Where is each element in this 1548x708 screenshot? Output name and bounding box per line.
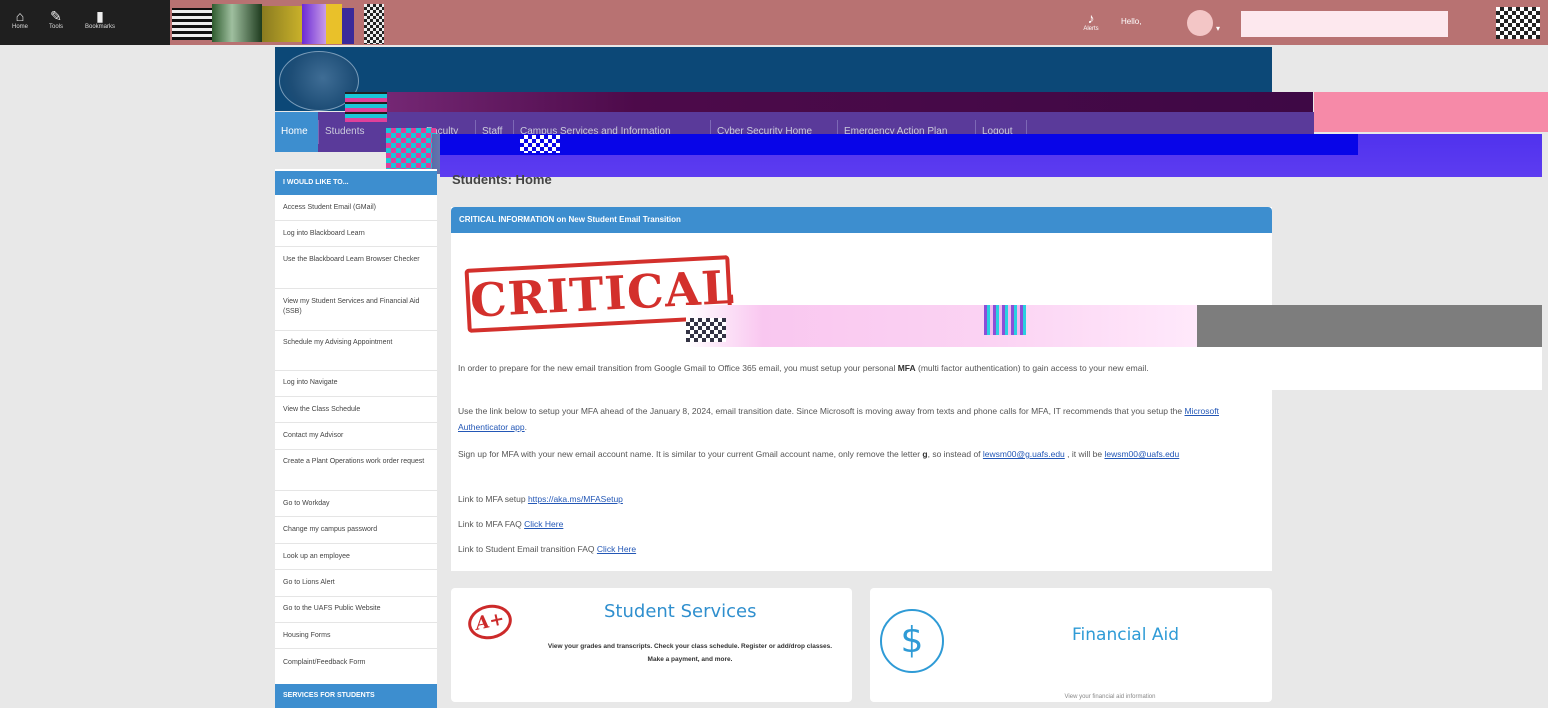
home-icon: ⌂ bbox=[15, 8, 25, 24]
sidebar-link[interactable]: View my Student Services and Financial A… bbox=[283, 297, 431, 317]
glitch-artifact bbox=[262, 6, 302, 42]
sidebar-divider bbox=[275, 422, 437, 423]
sidebar-divider bbox=[275, 543, 437, 544]
sidebar-link[interactable]: Schedule my Advising Appointment bbox=[283, 338, 431, 348]
mfa-setup-link[interactable]: https://aka.ms/MFASetup bbox=[528, 494, 623, 504]
sidebar-divider bbox=[275, 288, 437, 289]
sidebar-link[interactable]: Use the Blackboard Learn Browser Checker bbox=[283, 255, 431, 265]
sidebar-link[interactable]: View the Class Schedule bbox=[283, 405, 431, 415]
greeting: Hello, bbox=[1121, 17, 1142, 26]
critical-paragraph-1: In order to prepare for the new email tr… bbox=[458, 363, 1149, 373]
sidebar-link[interactable]: Complaint/Feedback Form bbox=[283, 658, 431, 668]
sidebar-link[interactable]: Access Student Email (GMail) bbox=[283, 203, 431, 213]
bookmarks-button[interactable]: ▮ Bookmarks bbox=[82, 8, 118, 30]
sidebar-divider bbox=[275, 220, 437, 221]
sidebar-divider bbox=[275, 396, 437, 397]
sidebar-divider bbox=[275, 330, 437, 331]
nav-home[interactable]: Home bbox=[275, 112, 318, 152]
glitch-artifact bbox=[1314, 92, 1548, 132]
student-services-title[interactable]: Student Services bbox=[604, 601, 756, 622]
bell-icon: ♪ bbox=[1087, 10, 1095, 26]
sidebar-divider bbox=[275, 490, 437, 491]
sidebar-link[interactable]: Log into Blackboard Learn bbox=[283, 229, 431, 239]
sidebar-link[interactable]: Housing Forms bbox=[283, 631, 431, 641]
email-faq-link[interactable]: Click Here bbox=[597, 544, 636, 554]
sidebar-divider bbox=[275, 569, 437, 570]
sidebar-divider bbox=[275, 648, 437, 649]
email-faq-line: Link to Student Email transition FAQ Cli… bbox=[458, 544, 637, 554]
chevron-down-icon[interactable]: ▾ bbox=[1216, 24, 1220, 33]
sidebar-divider bbox=[275, 516, 437, 517]
glitch-artifact bbox=[326, 4, 342, 44]
sidebar-link[interactable]: Go to Lions Alert bbox=[283, 578, 431, 588]
mfa-faq-line: Link to MFA FAQ Click Here bbox=[458, 519, 564, 529]
search-input[interactable] bbox=[1241, 11, 1448, 37]
old-email-link[interactable]: lewsm00@g.uafs.edu bbox=[983, 449, 1065, 459]
glitch-artifact bbox=[1496, 7, 1540, 39]
glitch-artifact bbox=[364, 4, 384, 44]
sidebar-heading: I WOULD LIKE TO... bbox=[275, 171, 437, 195]
glitch-artifact bbox=[345, 92, 387, 122]
glitch-artifact bbox=[686, 305, 1198, 347]
glitch-artifact bbox=[440, 134, 1358, 155]
sidebar-link[interactable]: Change my campus password bbox=[283, 525, 431, 535]
glitch-artifact bbox=[520, 135, 560, 153]
glitch-artifact bbox=[302, 4, 326, 44]
page-title: Students: Home bbox=[452, 172, 552, 187]
sidebar-link[interactable]: Go to the UAFS Public Website bbox=[283, 604, 431, 614]
glitch-artifact bbox=[686, 318, 726, 342]
sidebar-link[interactable]: Log into Navigate bbox=[283, 378, 431, 388]
financial-aid-title[interactable]: Financial Aid bbox=[1072, 625, 1179, 645]
glitch-artifact bbox=[342, 8, 354, 44]
sidebar-heading-services: SERVICES FOR STUDENTS bbox=[275, 684, 437, 708]
sidebar-link[interactable]: Look up an employee bbox=[283, 552, 431, 562]
wrench-icon: ✎ bbox=[50, 8, 62, 24]
sidebar-link[interactable]: Contact my Advisor bbox=[283, 431, 431, 441]
glitch-artifact bbox=[212, 4, 262, 42]
sidebar-divider bbox=[275, 596, 437, 597]
new-email-link[interactable]: lewsm00@uafs.edu bbox=[1104, 449, 1179, 459]
sidebar-divider bbox=[275, 622, 437, 623]
glitch-artifact bbox=[984, 305, 1026, 335]
notifications-button[interactable]: ♪ Alerts bbox=[1078, 10, 1104, 32]
critical-info-heading: CRITICAL INFORMATION on New Student Emai… bbox=[451, 207, 1272, 233]
mfa-faq-link[interactable]: Click Here bbox=[524, 519, 563, 529]
mfa-setup-line: Link to MFA setup https://aka.ms/MFASetu… bbox=[458, 494, 623, 504]
glitch-artifact bbox=[1197, 305, 1542, 347]
financial-aid-description: View your financial aid information bbox=[1064, 694, 1156, 700]
sidebar-divider bbox=[275, 370, 437, 371]
dollar-icon: $ bbox=[880, 609, 944, 673]
sidebar-link[interactable]: Go to Workday bbox=[283, 499, 431, 509]
critical-paragraph-3: Sign up for MFA with your new email acco… bbox=[458, 449, 1180, 459]
glitch-artifact bbox=[345, 92, 1313, 112]
critical-paragraph-2: Use the link below to setup your MFA ahe… bbox=[458, 406, 1219, 432]
home-button[interactable]: ⌂ Home bbox=[2, 8, 38, 30]
sidebar-divider bbox=[275, 449, 437, 450]
bookmark-icon: ▮ bbox=[96, 8, 104, 24]
student-services-description: View your grades and transcripts. Check … bbox=[547, 643, 833, 663]
sidebar-link[interactable]: Create a Plant Operations work order req… bbox=[283, 457, 431, 467]
sidebar-divider bbox=[275, 246, 437, 247]
glitch-artifact bbox=[172, 8, 212, 40]
glitch-artifact bbox=[386, 128, 436, 170]
avatar[interactable] bbox=[1187, 10, 1213, 36]
tools-button[interactable]: ✎ Tools bbox=[38, 8, 74, 30]
